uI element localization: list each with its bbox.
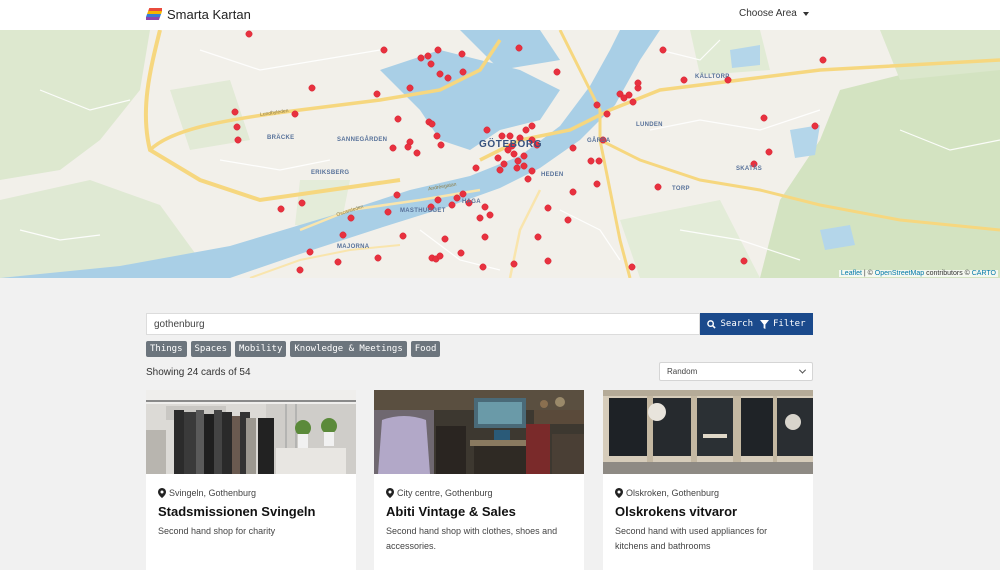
card-image	[374, 390, 584, 474]
map-marker-icon	[386, 488, 394, 498]
search-icon	[707, 319, 717, 329]
navbar: Smarta Kartan Choose Area	[0, 0, 1000, 30]
map-marker-icon	[158, 488, 166, 498]
search-button-label: Search	[720, 319, 753, 329]
sort-select-value: Random	[667, 367, 698, 376]
attribution-text: contributors ©	[924, 270, 972, 277]
tag-knowledge-meetings[interactable]: Knowledge & Meetings	[290, 341, 407, 357]
results-count: Showing 24 cards of 54	[146, 367, 251, 378]
brand-logo-icon	[146, 8, 162, 20]
map-tiles	[0, 30, 1000, 278]
card-title: Olskrokens vitvaror	[615, 504, 738, 519]
map-label-garda: GÅRDA	[587, 138, 611, 144]
map-label-torp: TORP	[672, 186, 690, 192]
map-label-masthugget: MASTHUGGET	[400, 208, 446, 214]
choose-area-label: Choose Area	[739, 8, 797, 19]
search-filter-button-group: Search Filter	[700, 313, 813, 335]
map-label-skatas: SKATÅS	[736, 166, 763, 172]
map-label-gothenburg: GÖTEBORG	[479, 139, 543, 150]
tag-things[interactable]: Things	[146, 341, 187, 357]
carto-link[interactable]: CARTO	[972, 270, 996, 277]
map[interactable]: GÖTEBORG KÄLLTORP LUNDEN GÅRDA HEDEN TOR…	[0, 30, 1000, 278]
filter-button[interactable]: Filter	[759, 319, 806, 329]
brand-link[interactable]: Smarta Kartan	[146, 6, 251, 22]
sort-select[interactable]: Random	[659, 362, 813, 381]
card-description: Second hand shop for charity	[158, 526, 276, 536]
card-title: Abiti Vintage & Sales	[386, 504, 516, 519]
map-label-bracke: BRÄCKE	[267, 135, 295, 141]
filter-button-label: Filter	[772, 319, 806, 329]
tag-spaces[interactable]: Spaces	[190, 341, 232, 357]
map-attribution: Leaflet | © OpenStreetMap contributors ©…	[838, 270, 998, 277]
card-image	[603, 390, 813, 474]
card-stadsmissionen[interactable]: Svingeln, Gothenburg Stadsmissionen Svin…	[146, 390, 356, 570]
card-location: Olskroken, Gothenburg	[615, 488, 801, 498]
map-marker-icon	[615, 488, 623, 498]
card-description: Second hand with used appliances for kit…	[615, 526, 768, 551]
map-label-haga: HAGA	[462, 199, 481, 205]
search-bar: Search Filter	[146, 313, 813, 335]
card-location-text: Olskroken, Gothenburg	[626, 488, 720, 498]
choose-area-dropdown[interactable]: Choose Area	[739, 8, 809, 19]
card-title: Stadsmissionen Svingeln	[158, 504, 316, 519]
search-button[interactable]: Search	[707, 319, 753, 329]
leaflet-link[interactable]: Leaflet	[841, 270, 862, 277]
brand-name: Smarta Kartan	[167, 6, 251, 22]
map-label-kalltorp: KÄLLTORP	[695, 74, 730, 80]
filter-icon	[759, 319, 769, 329]
map-label-heden: HEDEN	[541, 172, 564, 178]
chevron-down-icon	[798, 366, 807, 374]
card-location: Svingeln, Gothenburg	[158, 488, 344, 498]
card-olskrokens-vitvaror[interactable]: Olskroken, Gothenburg Olskrokens vitvaro…	[603, 390, 813, 570]
search-input[interactable]	[146, 313, 700, 335]
card-location-text: Svingeln, Gothenburg	[169, 488, 257, 498]
card-image	[146, 390, 356, 474]
category-tags: Things Spaces Mobility Knowledge & Meeti…	[146, 341, 441, 357]
card-description: Second hand shop with clothes, shoes and…	[386, 526, 558, 551]
card-location-text: City centre, Gothenburg	[397, 488, 493, 498]
tag-mobility[interactable]: Mobility	[235, 341, 287, 357]
map-label-eriksberg: ERIKSBERG	[311, 170, 350, 176]
map-label-lunden: LUNDEN	[636, 122, 663, 128]
card-location: City centre, Gothenburg	[386, 488, 572, 498]
tag-food[interactable]: Food	[410, 341, 441, 357]
osm-link[interactable]: OpenStreetMap	[875, 270, 924, 277]
attribution-separator: | ©	[861, 270, 875, 277]
card-abiti-vintage[interactable]: City centre, Gothenburg Abiti Vintage & …	[374, 390, 584, 570]
map-label-majorna: MAJORNA	[337, 244, 370, 250]
map-label-sannegarden: SANNEGÅRDEN	[337, 137, 388, 143]
caret-down-icon	[802, 11, 809, 16]
